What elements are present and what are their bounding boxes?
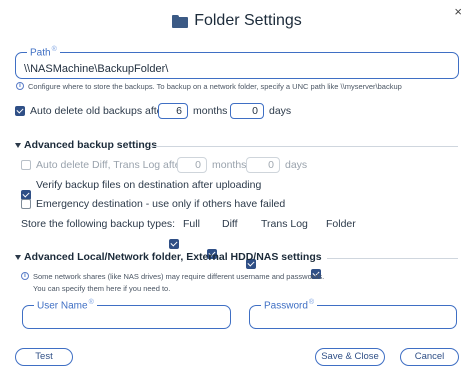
path-field[interactable]: Path® \\NASMachine\BackupFolder\ — [15, 46, 459, 79]
backup-types-label: Store the following backup types: — [21, 218, 176, 230]
type-diff-label: Diff — [222, 218, 238, 230]
test-button[interactable]: Test — [15, 348, 73, 366]
type-folder-label: Folder — [326, 218, 356, 230]
divider — [327, 258, 458, 259]
auto-delete-months-input[interactable]: 6 — [158, 103, 188, 119]
diff-months-label: months — [212, 159, 247, 171]
emergency-label: Emergency destination - use only if othe… — [36, 198, 286, 210]
advanced-local-toggle[interactable]: Advanced Local/Network folder, External … — [15, 251, 322, 263]
username-label: User Name® — [34, 299, 97, 312]
months-label: months — [193, 105, 228, 117]
folder-icon — [172, 14, 189, 28]
save-close-button[interactable]: Save & Close — [315, 348, 385, 366]
type-translog-label: Trans Log — [261, 218, 308, 230]
dialog-title: Folder Settings — [194, 12, 302, 29]
divider — [150, 146, 458, 147]
diff-months-input[interactable]: 0 — [177, 157, 207, 173]
chevron-down-icon — [15, 254, 21, 260]
cancel-button[interactable]: Cancel — [400, 348, 459, 366]
auto-delete-checkbox[interactable] — [15, 106, 25, 116]
path-hint: Configure where to store the backups. To… — [28, 82, 402, 91]
type-full-label: Full — [183, 218, 200, 230]
type-full-checkbox[interactable] — [169, 239, 179, 249]
path-value[interactable]: \\NASMachine\BackupFolder\ — [24, 63, 168, 75]
auto-delete-days-input[interactable]: 0 — [230, 103, 264, 119]
network-note: Some network shares (like NAS drives) ma… — [33, 272, 325, 281]
path-label: Path® — [27, 46, 60, 59]
diff-days-input[interactable]: 0 — [246, 157, 280, 173]
info-icon: i — [16, 82, 24, 90]
username-field[interactable]: User Name® — [22, 299, 231, 329]
days-label: days — [269, 105, 292, 117]
verify-label: Verify backup files on destination after… — [36, 179, 262, 191]
info-icon: i — [21, 272, 29, 280]
advanced-backup-toggle[interactable]: Advanced backup settings — [15, 139, 157, 151]
dialog-header: Folder Settings — [0, 12, 474, 30]
auto-delete-diff-checkbox[interactable] — [21, 160, 31, 170]
auto-delete-label: Auto delete old backups after — [30, 105, 167, 117]
diff-days-label: days — [285, 159, 308, 171]
auto-delete-diff-label: Auto delete Diff, Trans Log after — [36, 159, 185, 171]
emergency-checkbox[interactable] — [21, 199, 31, 209]
password-field[interactable]: Password® — [249, 299, 457, 329]
password-label: Password® — [261, 299, 318, 312]
network-note-2: You can specify them here if you need to… — [33, 284, 171, 293]
chevron-down-icon — [15, 142, 21, 148]
